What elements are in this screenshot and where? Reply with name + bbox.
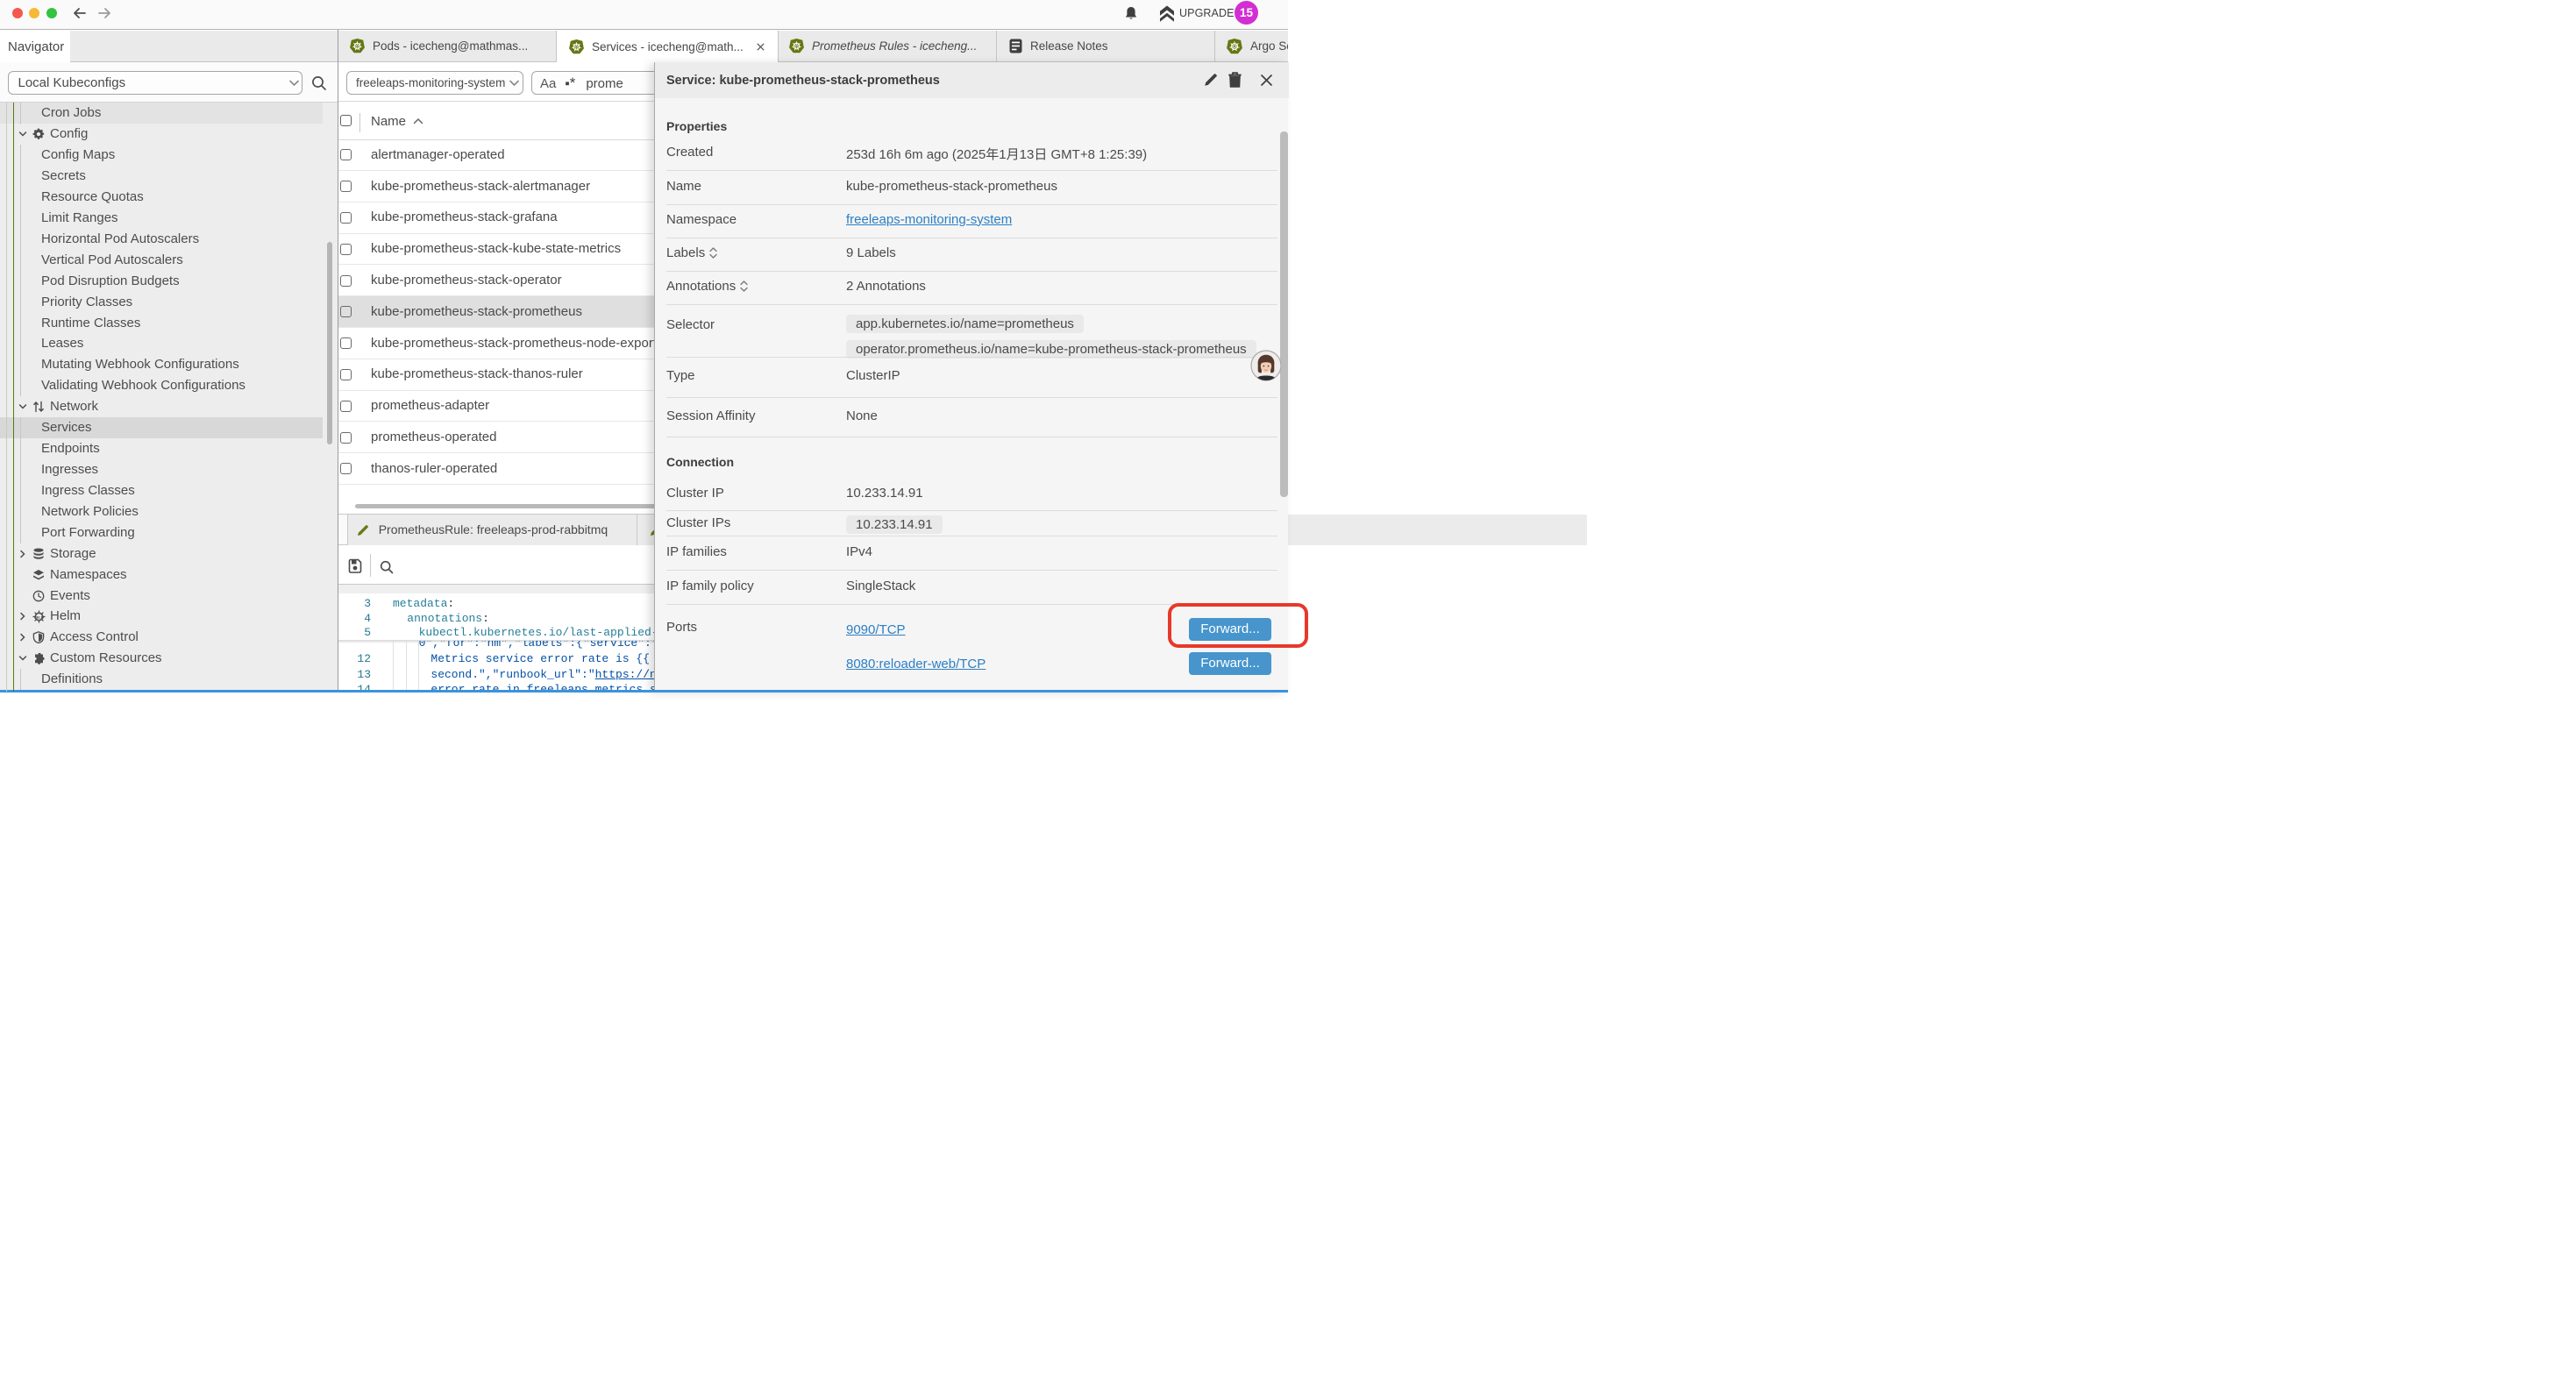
svg-text:HELM: HELM (34, 615, 45, 620)
